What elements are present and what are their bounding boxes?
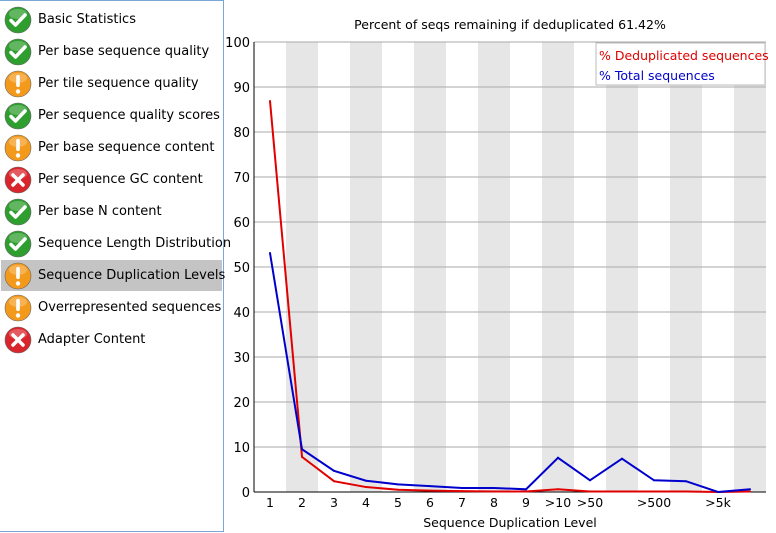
- y-tick-label: 30: [233, 351, 250, 366]
- check-icon: [4, 230, 32, 257]
- module-label: Adapter Content: [38, 332, 146, 347]
- check-icon: [4, 38, 32, 65]
- data-point: [397, 483, 399, 486]
- module-item[interactable]: Per base sequence content: [1, 132, 222, 163]
- check-icon: [4, 198, 32, 225]
- module-item[interactable]: Sequence Duplication Levels: [1, 260, 226, 291]
- y-tick-label: 40: [233, 306, 250, 321]
- chart-title: Percent of seqs remaining if deduplicate…: [354, 17, 666, 32]
- x-tick-label: 1: [266, 495, 274, 510]
- module-item[interactable]: Per base sequence quality: [1, 36, 222, 67]
- module-item[interactable]: Basic Statistics: [1, 4, 222, 35]
- data-point: [717, 491, 719, 493]
- module-label: Per tile sequence quality: [38, 76, 199, 91]
- module-label: Per sequence quality scores: [38, 108, 220, 123]
- module-label: Per sequence GC content: [38, 172, 203, 187]
- data-point: [493, 486, 495, 489]
- check-icon: [4, 6, 32, 33]
- module-item[interactable]: Per sequence quality scores: [1, 100, 222, 131]
- y-tick-label: 20: [233, 396, 250, 411]
- data-point: [749, 488, 751, 491]
- x-tick-label: 5: [394, 495, 402, 510]
- x-tick-label: >10: [545, 495, 571, 510]
- warning-icon: [4, 294, 32, 321]
- data-point: [269, 252, 271, 255]
- data-point: [557, 488, 559, 491]
- duplication-chart: 0 10 20 30 40 50 60 70 80 90 100 1 2 3 4 5 6 7 8 9 >10 >50 >50…: [225, 17, 769, 530]
- data-point: [525, 488, 527, 491]
- data-point: [621, 457, 623, 460]
- warning-icon: [4, 134, 32, 161]
- data-point: [685, 480, 687, 483]
- y-tick-label: 0: [242, 486, 250, 501]
- x-tick-label: >5k: [705, 495, 731, 510]
- warning-icon: [4, 70, 32, 97]
- module-item[interactable]: Sequence Length Distribution: [1, 228, 231, 259]
- data-point: [269, 99, 271, 102]
- x-tick-label: 4: [362, 495, 370, 510]
- module-label: Overrepresented sequences: [38, 300, 222, 315]
- data-point: [653, 479, 655, 482]
- data-point: [461, 490, 463, 493]
- data-point: [365, 479, 367, 482]
- x-tick-label: 6: [426, 495, 434, 510]
- data-point: [429, 489, 431, 492]
- data-point: [621, 490, 623, 493]
- module-item[interactable]: Overrepresented sequences: [1, 292, 222, 323]
- module-label: Per base sequence content: [38, 140, 215, 155]
- y-tick-label: 90: [233, 81, 250, 96]
- data-point: [557, 456, 559, 459]
- data-point: [749, 490, 751, 493]
- data-point: [493, 490, 495, 493]
- data-point: [301, 448, 303, 451]
- module-label: Sequence Duplication Levels: [38, 268, 226, 283]
- y-tick-label: 10: [233, 441, 250, 456]
- data-point: [333, 469, 335, 472]
- module-label: Basic Statistics: [38, 12, 136, 27]
- data-point: [589, 479, 591, 482]
- data-point: [301, 455, 303, 458]
- data-point: [653, 490, 655, 493]
- x-tick-label: 8: [490, 495, 498, 510]
- x-tick-label: 3: [330, 495, 338, 510]
- x-axis-label: Sequence Duplication Level: [423, 515, 597, 530]
- x-tick-label: 7: [458, 495, 466, 510]
- data-point: [461, 486, 463, 489]
- y-tick-label: 70: [233, 171, 250, 186]
- y-tick-label: 50: [233, 261, 250, 276]
- data-point: [397, 488, 399, 491]
- legend-entry: % Deduplicated sequences: [599, 48, 769, 63]
- error-icon: [4, 326, 32, 353]
- y-tick-label: 80: [233, 126, 250, 141]
- module-item[interactable]: Per sequence GC content: [1, 164, 222, 195]
- module-list: Basic Statistics Per base sequence qualit…: [0, 0, 231, 532]
- module-item[interactable]: Adapter Content: [1, 324, 222, 355]
- data-point: [333, 480, 335, 483]
- legend-entry: % Total sequences: [599, 68, 715, 83]
- data-point: [525, 490, 527, 493]
- module-label: Per base N content: [38, 204, 162, 219]
- x-tick-label: >50: [577, 495, 603, 510]
- data-point: [429, 485, 431, 488]
- module-label: Sequence Length Distribution: [38, 236, 232, 251]
- module-item[interactable]: Per base N content: [1, 196, 222, 227]
- x-tick-label: 9: [522, 495, 530, 510]
- warning-icon: [4, 262, 32, 289]
- module-item[interactable]: Per tile sequence quality: [1, 68, 222, 99]
- y-tick-label: 100: [225, 36, 250, 51]
- data-point: [589, 490, 591, 493]
- x-tick-label: >500: [637, 495, 671, 510]
- module-label: Per base sequence quality: [38, 44, 210, 59]
- check-icon: [4, 102, 32, 129]
- y-tick-label: 60: [233, 216, 250, 231]
- data-point: [685, 490, 687, 493]
- data-point: [365, 486, 367, 489]
- error-icon: [4, 166, 32, 193]
- x-tick-label: 2: [298, 495, 306, 510]
